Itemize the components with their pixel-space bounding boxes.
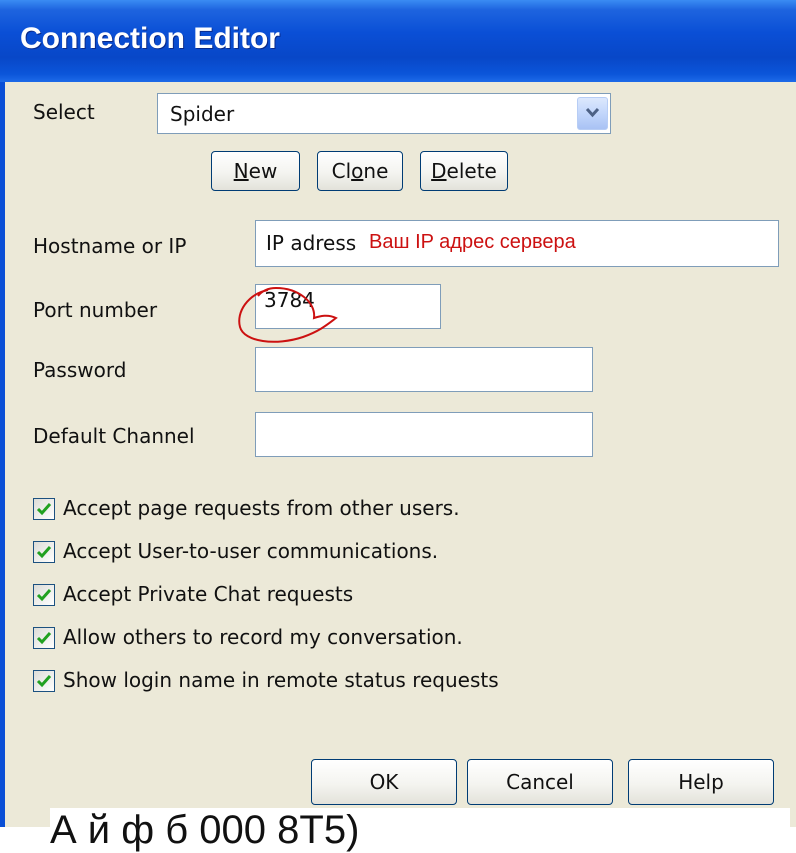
select-value: Spider (170, 102, 235, 126)
cancel-button[interactable]: Cancel (467, 759, 613, 805)
cancel-button-label: Cancel (506, 770, 574, 794)
connection-editor-window: Connection Editor Select Spider New Clon… (0, 0, 796, 827)
dropdown-button[interactable] (577, 97, 608, 130)
new-button-label: New (233, 159, 278, 183)
delete-button-label: Delete (431, 159, 497, 183)
chevron-down-icon (585, 107, 600, 118)
window-border (0, 82, 5, 827)
checkmark-icon (36, 632, 52, 645)
checkbox[interactable] (33, 627, 55, 649)
ok-button-label: OK (369, 770, 399, 794)
help-button[interactable]: Help (628, 759, 774, 805)
channel-label: Default Channel (33, 424, 195, 448)
checkbox[interactable] (33, 498, 55, 520)
hostname-input[interactable]: IP adress Ваш IP адрес сервера (255, 220, 779, 267)
hostname-annotation: Ваш IP адрес сервера (369, 231, 576, 253)
clone-button[interactable]: Clone (317, 151, 403, 191)
checkmark-icon (36, 503, 52, 516)
default-channel-input[interactable] (255, 412, 593, 457)
connection-select[interactable]: Spider (157, 93, 611, 134)
checkbox[interactable] (33, 670, 55, 692)
checkmark-icon (36, 675, 52, 688)
password-input[interactable] (255, 347, 593, 392)
checkbox[interactable] (33, 541, 55, 563)
help-button-label: Help (678, 770, 724, 794)
option-label: Accept page requests from other users. (63, 496, 460, 520)
checkbox[interactable] (33, 584, 55, 606)
delete-button[interactable]: Delete (420, 151, 508, 191)
password-label: Password (33, 358, 127, 382)
cropped-caption-text: А й ф б 000 8Т5) (50, 808, 790, 853)
clone-button-label: Clone (331, 159, 389, 183)
option-label: Accept User-to-user communications. (63, 539, 439, 563)
option-label: Show login name in remote status request… (63, 668, 499, 692)
option-label: Allow others to record my conversation. (63, 625, 463, 649)
ok-button[interactable]: OK (311, 759, 457, 805)
checkmark-icon (36, 589, 52, 602)
hostname-label: Hostname or IP (33, 234, 187, 258)
new-button[interactable]: New (211, 151, 300, 191)
checkmark-icon (36, 546, 52, 559)
red-circle-annotation (238, 286, 338, 343)
window-title: Connection Editor (20, 22, 280, 55)
title-bar[interactable]: Connection Editor (0, 0, 796, 82)
hostname-value: IP adress (266, 231, 357, 255)
select-label: Select (33, 100, 95, 124)
port-label: Port number (33, 298, 158, 322)
option-label: Accept Private Chat requests (63, 582, 354, 606)
